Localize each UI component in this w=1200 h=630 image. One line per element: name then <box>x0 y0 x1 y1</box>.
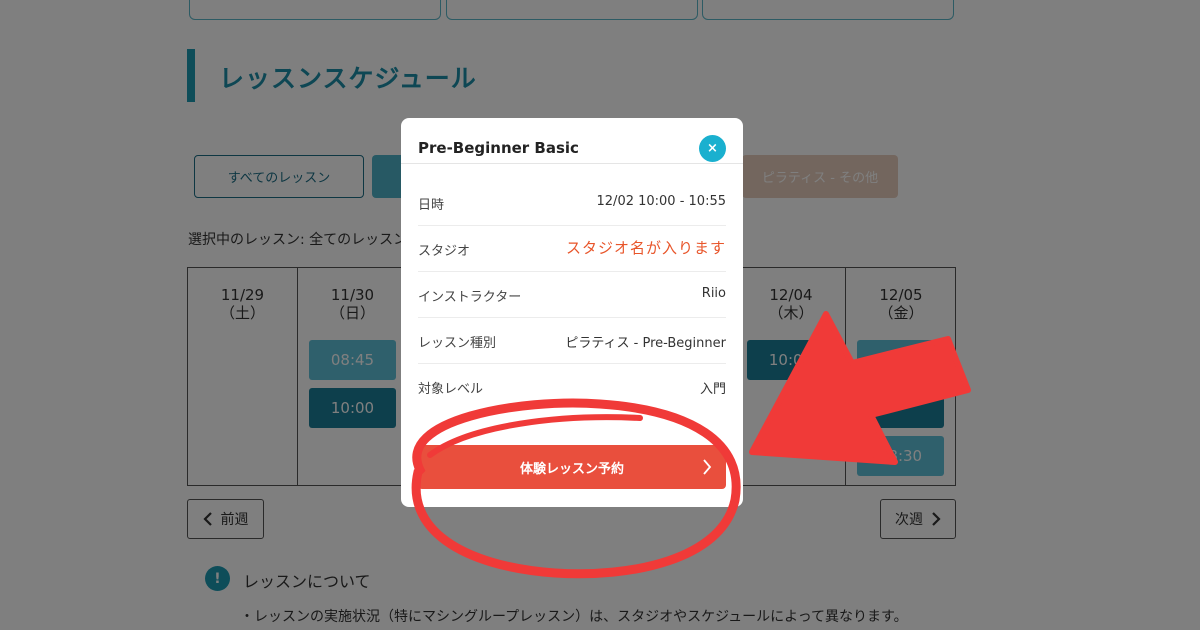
trial-lesson-reserve-button[interactable]: 体験レッスン予約 <box>418 445 726 489</box>
detail-value: ピラティス - Pre-Beginner <box>565 336 726 351</box>
detail-row-lesson-type: レッスン種別 ピラティス - Pre-Beginner <box>418 318 726 364</box>
detail-row-instructor: インストラクター Riio <box>418 272 726 318</box>
detail-value: 入門 <box>699 382 726 397</box>
page: レッスンスケジュール すべてのレッスン ピラティス - その他 選択中のレッスン… <box>0 0 1200 630</box>
detail-value: スタジオ名が入ります <box>565 239 726 257</box>
detail-label: レッスン種別 <box>418 336 497 351</box>
detail-row-datetime: 日時 12/02 10:00 - 10:55 <box>418 180 726 226</box>
detail-row-level: 対象レベル 入門 <box>418 364 726 410</box>
detail-label: インストラクター <box>418 290 522 305</box>
chevron-right-icon <box>703 459 712 475</box>
modal-title: Pre-Beginner Basic <box>418 139 579 157</box>
detail-value: Riio <box>701 286 726 301</box>
close-icon: × <box>707 141 718 156</box>
close-button[interactable]: × <box>699 135 726 162</box>
detail-label: 日時 <box>418 198 445 213</box>
detail-value: 12/02 10:00 - 10:55 <box>596 194 726 209</box>
detail-label: スタジオ <box>418 244 471 259</box>
lesson-detail-modal: Pre-Beginner Basic × 日時 12/02 10:00 - 10… <box>401 118 743 507</box>
detail-row-studio: スタジオ スタジオ名が入ります <box>418 226 726 272</box>
modal-header: Pre-Beginner Basic × <box>401 118 743 164</box>
detail-label: 対象レベル <box>418 382 484 397</box>
cta-label: 体験レッスン予約 <box>519 461 624 477</box>
